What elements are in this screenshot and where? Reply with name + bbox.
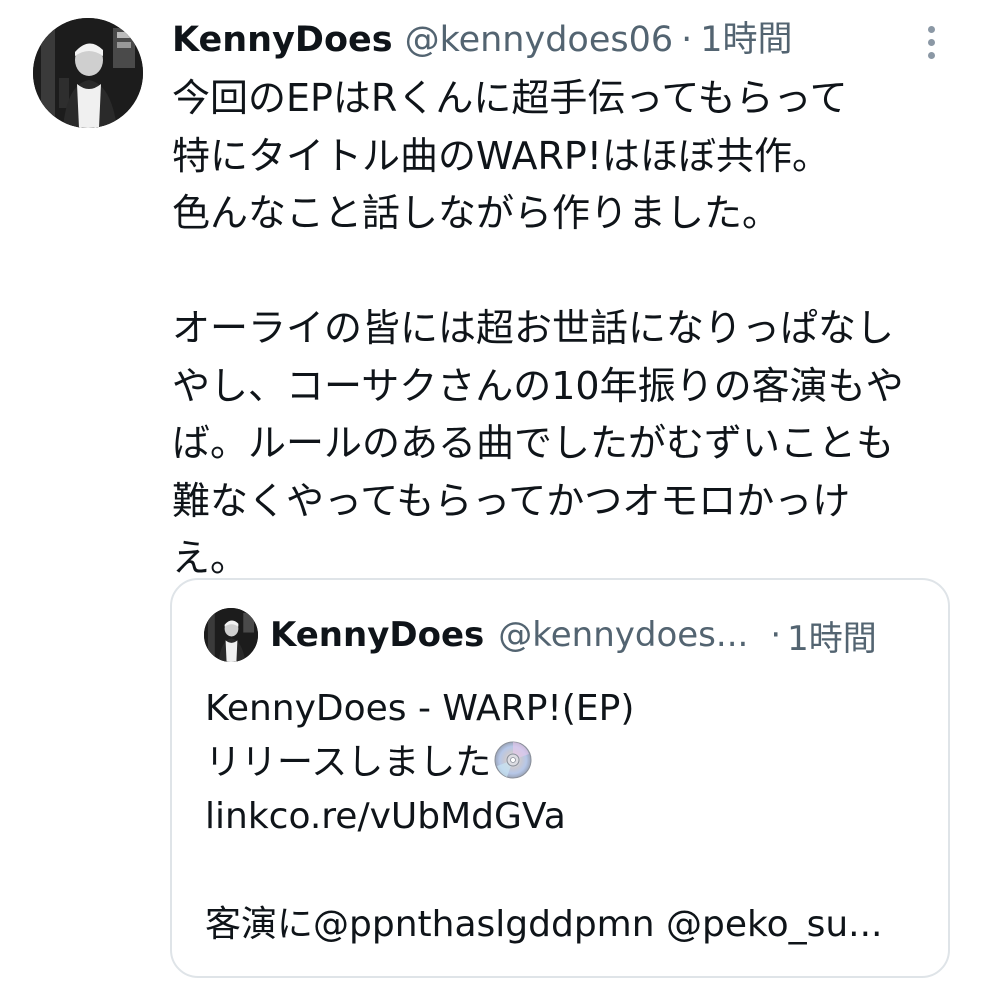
avatar[interactable] — [33, 18, 143, 128]
quoted-link[interactable]: linkco.re/vUbMdGVa — [205, 790, 925, 844]
quoted-display-name: KennyDoes — [270, 615, 485, 655]
quoted-blank-line — [205, 844, 925, 898]
display-name[interactable]: KennyDoes — [172, 14, 393, 66]
more-options-icon[interactable] — [916, 22, 946, 62]
quoted-release-line: リリースしました — [205, 736, 925, 790]
tweet-text-line: オーライの皆には超お世話になりっぱなし — [172, 306, 895, 350]
quoted-release-text: リリースしました — [205, 742, 492, 783]
tweet-text-line: 難なくやってもらってかつオモロかっけ — [172, 478, 851, 523]
user-handle[interactable]: @kennydoes06 — [405, 14, 674, 66]
tweet-text-line: 特にタイトル曲のWARP!はほぼ共作。 — [172, 133, 831, 178]
tweet-text-line — [172, 243, 942, 301]
quoted-tweet[interactable]: KennyDoes @kennydoes... · 1時間 KennyDoes … — [170, 578, 950, 978]
separator-dot: · — [681, 20, 693, 60]
quoted-header: KennyDoes @kennydoes... · 1時間 — [270, 610, 877, 660]
timestamp[interactable]: 1時間 — [700, 14, 792, 66]
quoted-timestamp: 1時間 — [787, 618, 877, 659]
quoted-separator-dot: · — [770, 615, 782, 655]
tweet-text-line: 色んなこと話しながら作りました。 — [172, 191, 781, 235]
optical-disc-icon — [493, 740, 533, 780]
tweet[interactable]: KennyDoes @kennydoes06 · 1時間 今回のEPはRくんに超… — [0, 0, 986, 1000]
tweet-text-line: やし、コーサクさんの10年振りの客演もや — [172, 363, 904, 408]
tweet-text-line: 今回のEPはRくんに超手伝ってもらって — [172, 76, 848, 120]
quoted-mentions: 客演に@ppnthaslgddpmn @peko_su... — [205, 904, 883, 945]
quoted-text: KennyDoes - WARP!(EP) リリースしました linkco.re… — [205, 682, 925, 952]
tweet-header: KennyDoes @kennydoes06 · 1時間 — [172, 14, 793, 66]
quoted-title: KennyDoes - WARP!(EP) — [205, 688, 635, 729]
quoted-user-handle: @kennydoes... — [498, 615, 749, 655]
quoted-avatar[interactable] — [204, 608, 258, 662]
tweet-text-line: ば。ルールのある曲でしたがむずいことも — [172, 421, 895, 465]
tweet-text: 今回のEPはRくんに超手伝ってもらって 特にタイトル曲のWARP!はほぼ共作。 … — [172, 70, 942, 588]
